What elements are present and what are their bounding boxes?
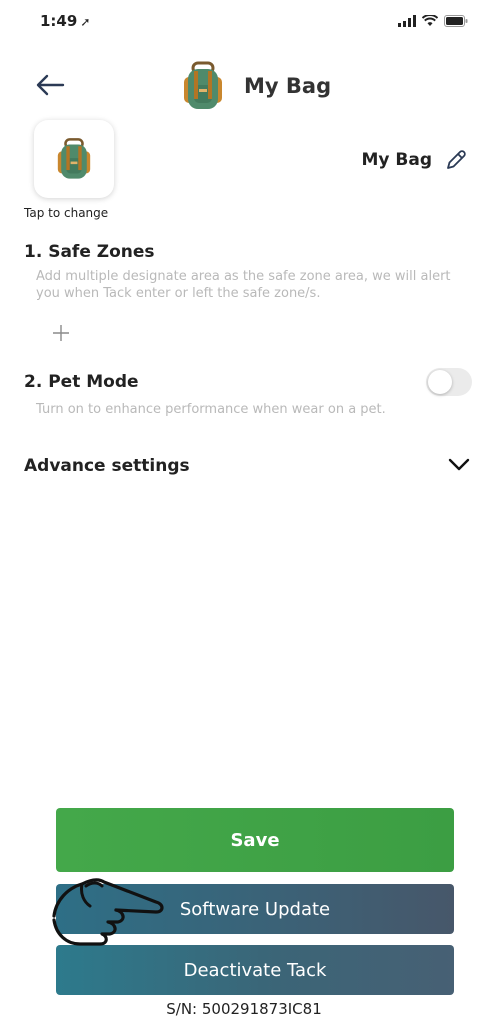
advance-settings-row[interactable]: Advance settings — [24, 452, 470, 484]
serial-number: S/N: 500291873IC81 — [166, 1000, 322, 1018]
plus-icon — [53, 325, 69, 341]
toggle-knob — [428, 370, 452, 394]
add-safe-zone-button[interactable] — [50, 322, 72, 344]
backpack-icon — [57, 138, 91, 179]
status-bar: 1:49 ➚ — [0, 0, 488, 44]
arrow-left-icon — [36, 74, 65, 96]
battery-icon — [444, 12, 468, 31]
pet-mode-toggle[interactable] — [426, 368, 472, 396]
deactivate-tack-button[interactable]: Deactivate Tack — [56, 945, 454, 995]
pet-mode-description: Turn on to enhance performance when wear… — [36, 402, 386, 417]
clock: 1:49 — [40, 12, 78, 30]
page-title: My Bag — [244, 74, 332, 98]
wifi-icon — [421, 12, 439, 31]
nav-title-group: My Bag — [176, 59, 331, 113]
status-icons — [398, 12, 468, 31]
chevron-down-icon — [448, 458, 470, 471]
nav-bar: My Bag — [0, 55, 488, 115]
pencil-icon — [447, 150, 466, 169]
bag-name-label: My Bag — [361, 150, 432, 170]
bag-name-row: My Bag — [361, 146, 470, 174]
software-update-button[interactable]: Software Update — [56, 884, 454, 934]
edit-name-button[interactable] — [442, 146, 470, 174]
avatar-picker[interactable] — [34, 120, 114, 198]
save-button[interactable]: Save — [56, 808, 454, 872]
signal-icon — [398, 12, 416, 31]
back-button[interactable] — [30, 67, 70, 103]
avatar-hint: Tap to change — [24, 206, 109, 220]
status-time: 1:49 ➚ — [40, 12, 90, 30]
backpack-icon — [184, 61, 222, 109]
advance-settings-label: Advance settings — [24, 456, 190, 476]
safe-zones-title: 1. Safe Zones — [24, 242, 155, 262]
safe-zones-description: Add multiple designate area as the safe … — [36, 269, 451, 301]
location-icon: ➚ — [80, 15, 91, 29]
pet-mode-title: 2. Pet Mode — [24, 372, 139, 392]
